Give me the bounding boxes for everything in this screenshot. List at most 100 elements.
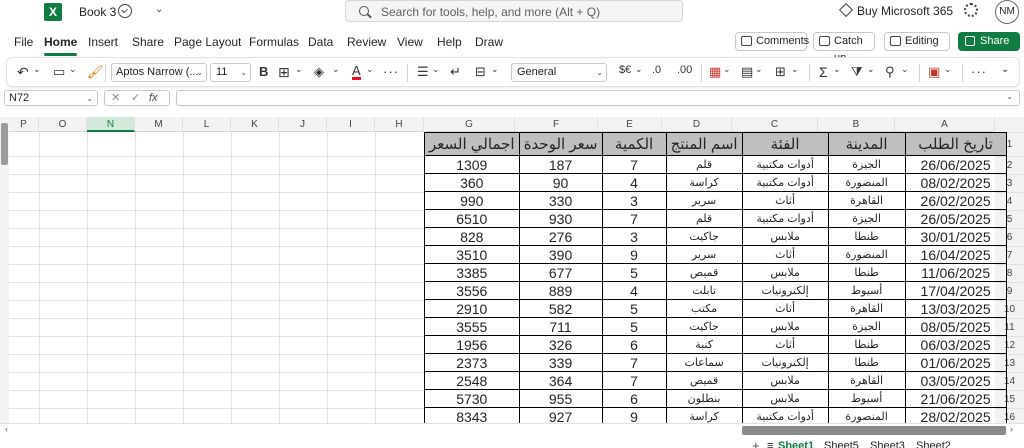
cell-product-name[interactable]: تابلت [665, 281, 743, 300]
wrap-text-icon[interactable]: ↵ [450, 64, 461, 80]
add-ins-icon[interactable]: ▣ [928, 64, 940, 80]
undo-dropdown-icon[interactable]: ⌄ [33, 64, 41, 80]
cell-total-price[interactable]: 360 [424, 173, 520, 192]
cell-category[interactable]: ملابس [741, 389, 829, 408]
add-sheet-button[interactable]: + [752, 438, 760, 448]
buy-microsoft-365-link[interactable]: Buy Microsoft 365 [857, 4, 953, 18]
cell-order-date[interactable]: 26/05/2025 [904, 209, 1007, 228]
merge-icon[interactable]: ⊟ [475, 64, 486, 80]
cell-quantity[interactable]: 7 [601, 371, 667, 390]
column-header-l[interactable]: L [183, 117, 231, 132]
cell-order-date[interactable]: 11/06/2025 [904, 263, 1007, 282]
format-table-dropdown-icon[interactable]: ⌄ [755, 64, 763, 80]
cell-total-price[interactable]: 2548 [424, 371, 520, 390]
cell-total-price[interactable]: 828 [424, 227, 520, 246]
cell-product-name[interactable]: كراسة [665, 407, 743, 423]
cell-city[interactable]: المنصورة [827, 245, 906, 264]
cell-product-name[interactable]: بنطلون [665, 389, 743, 408]
cell-category[interactable]: أثاث [741, 191, 829, 210]
autosum-button[interactable]: Σ [819, 64, 828, 80]
insert-cells-icon[interactable]: ⊞ [775, 64, 786, 80]
cell-category[interactable]: أدوات مكتبية [741, 407, 829, 423]
cell-product-name[interactable]: قميص [665, 371, 743, 390]
catch-up-button[interactable]: Catch up [813, 32, 875, 64]
cell-order-date[interactable]: 08/02/2025 [904, 173, 1007, 192]
cell-product-name[interactable]: كراسة [665, 173, 743, 192]
menu-review[interactable]: Review [347, 35, 386, 49]
scroll-right-icon[interactable]: › [1010, 424, 1013, 434]
sheet-menu-icon[interactable]: ≡ [767, 440, 773, 448]
editing-mode-button[interactable]: Editing ⌄ [884, 32, 950, 64]
column-header-d[interactable]: D [662, 117, 732, 132]
worksheet-grid[interactable]: P O N M L K J I H G F E D C B A 1 2 3 4 … [0, 117, 1024, 423]
cell-order-date[interactable]: 28/02/2025 [904, 407, 1007, 423]
cell-total-price[interactable]: 1309 [424, 155, 520, 174]
cell-quantity[interactable]: 5 [601, 263, 667, 282]
undo-icon[interactable]: ↶ [17, 64, 29, 80]
column-header-i[interactable]: I [327, 117, 375, 132]
cell-city[interactable]: أسيوط [827, 281, 906, 300]
header-city[interactable]: المدينة [827, 132, 906, 156]
vertical-scrollbar[interactable] [0, 117, 9, 423]
cell-city[interactable]: طنطا [827, 353, 906, 372]
cell-city[interactable]: أسيوط [827, 389, 906, 408]
more-font-options-icon[interactable]: ··· [383, 64, 399, 80]
cell-unit-price[interactable]: 889 [518, 281, 603, 300]
column-header-a[interactable]: A [895, 117, 995, 132]
cell-category[interactable]: أدوات مكتبية [741, 209, 829, 228]
find-icon[interactable]: ⚲ [885, 64, 895, 80]
cell-product-name[interactable]: قلم [665, 209, 743, 228]
cell-unit-price[interactable]: 339 [518, 353, 603, 372]
sort-filter-icon[interactable]: ⧩ [851, 64, 863, 80]
cell-total-price[interactable]: 2910 [424, 299, 520, 318]
chevron-down-icon[interactable]: ⌄ [155, 4, 163, 15]
cell-unit-price[interactable]: 390 [518, 245, 603, 264]
cell-order-date[interactable]: 21/06/2025 [904, 389, 1007, 408]
cell-category[interactable]: إلكترونيات [741, 353, 829, 372]
column-header-n[interactable]: N [87, 117, 135, 132]
cell-total-price[interactable]: 990 [424, 191, 520, 210]
cell-city[interactable]: القاهرة [827, 191, 906, 210]
cell-total-price[interactable]: 5730 [424, 389, 520, 408]
autosum-dropdown-icon[interactable]: ⌄ [833, 64, 841, 80]
book-title[interactable]: Book 3 [79, 5, 116, 19]
share-button[interactable]: Share ⌄ [958, 32, 1020, 66]
cell-city[interactable]: القاهرة [827, 299, 906, 318]
cell-quantity[interactable]: 4 [601, 173, 667, 192]
header-order-date[interactable]: تاريخ الطلب [904, 132, 1007, 156]
cell-order-date[interactable]: 13/03/2025 [904, 299, 1007, 318]
column-header-b[interactable]: B [818, 117, 895, 132]
cell-unit-price[interactable]: 711 [518, 317, 603, 336]
currency-dropdown-icon[interactable]: ⌄ [635, 64, 643, 80]
cell-city[interactable]: القاهرة [827, 371, 906, 390]
cell-product-name[interactable]: سرير [665, 191, 743, 210]
cell-city[interactable]: الجيزة [827, 317, 906, 336]
align-icon[interactable]: ☰ [417, 64, 429, 80]
cell-category[interactable]: أثاث [741, 335, 829, 354]
column-header-j[interactable]: J [279, 117, 327, 132]
clipboard-icon[interactable]: ▭ [53, 64, 65, 80]
insert-function-button[interactable]: fx [149, 91, 158, 105]
insert-cells-dropdown-icon[interactable]: ⌄ [791, 64, 799, 80]
cell-category[interactable]: ملابس [741, 263, 829, 282]
cell-category[interactable]: أدوات مكتبية [741, 155, 829, 174]
sort-filter-dropdown-icon[interactable]: ⌄ [867, 64, 875, 80]
conditional-format-dropdown-icon[interactable]: ⌄ [723, 64, 731, 80]
menu-view[interactable]: View [397, 35, 423, 49]
font-name-select[interactable]: Aptos Narrow (... ⌄ [111, 63, 207, 82]
cell-order-date[interactable]: 16/04/2025 [904, 245, 1007, 264]
header-category[interactable]: الفئة [741, 132, 829, 156]
cell-category[interactable]: ملابس [741, 317, 829, 336]
cell-total-price[interactable]: 3556 [424, 281, 520, 300]
cell-total-price[interactable]: 2373 [424, 353, 520, 372]
saved-status-icon[interactable] [118, 4, 132, 18]
menu-data[interactable]: Data [308, 35, 333, 49]
enter-icon[interactable]: ✓ [131, 91, 140, 105]
fill-color-dropdown-icon[interactable]: ⌄ [332, 64, 340, 80]
cell-unit-price[interactable]: 276 [518, 227, 603, 246]
cell-order-date[interactable]: 03/05/2025 [904, 371, 1007, 390]
cell-total-price[interactable]: 3510 [424, 245, 520, 264]
gear-icon[interactable] [964, 3, 978, 17]
borders-dropdown-icon[interactable]: ⌄ [295, 64, 303, 80]
header-product-name[interactable]: اسم المنتج [665, 132, 743, 156]
